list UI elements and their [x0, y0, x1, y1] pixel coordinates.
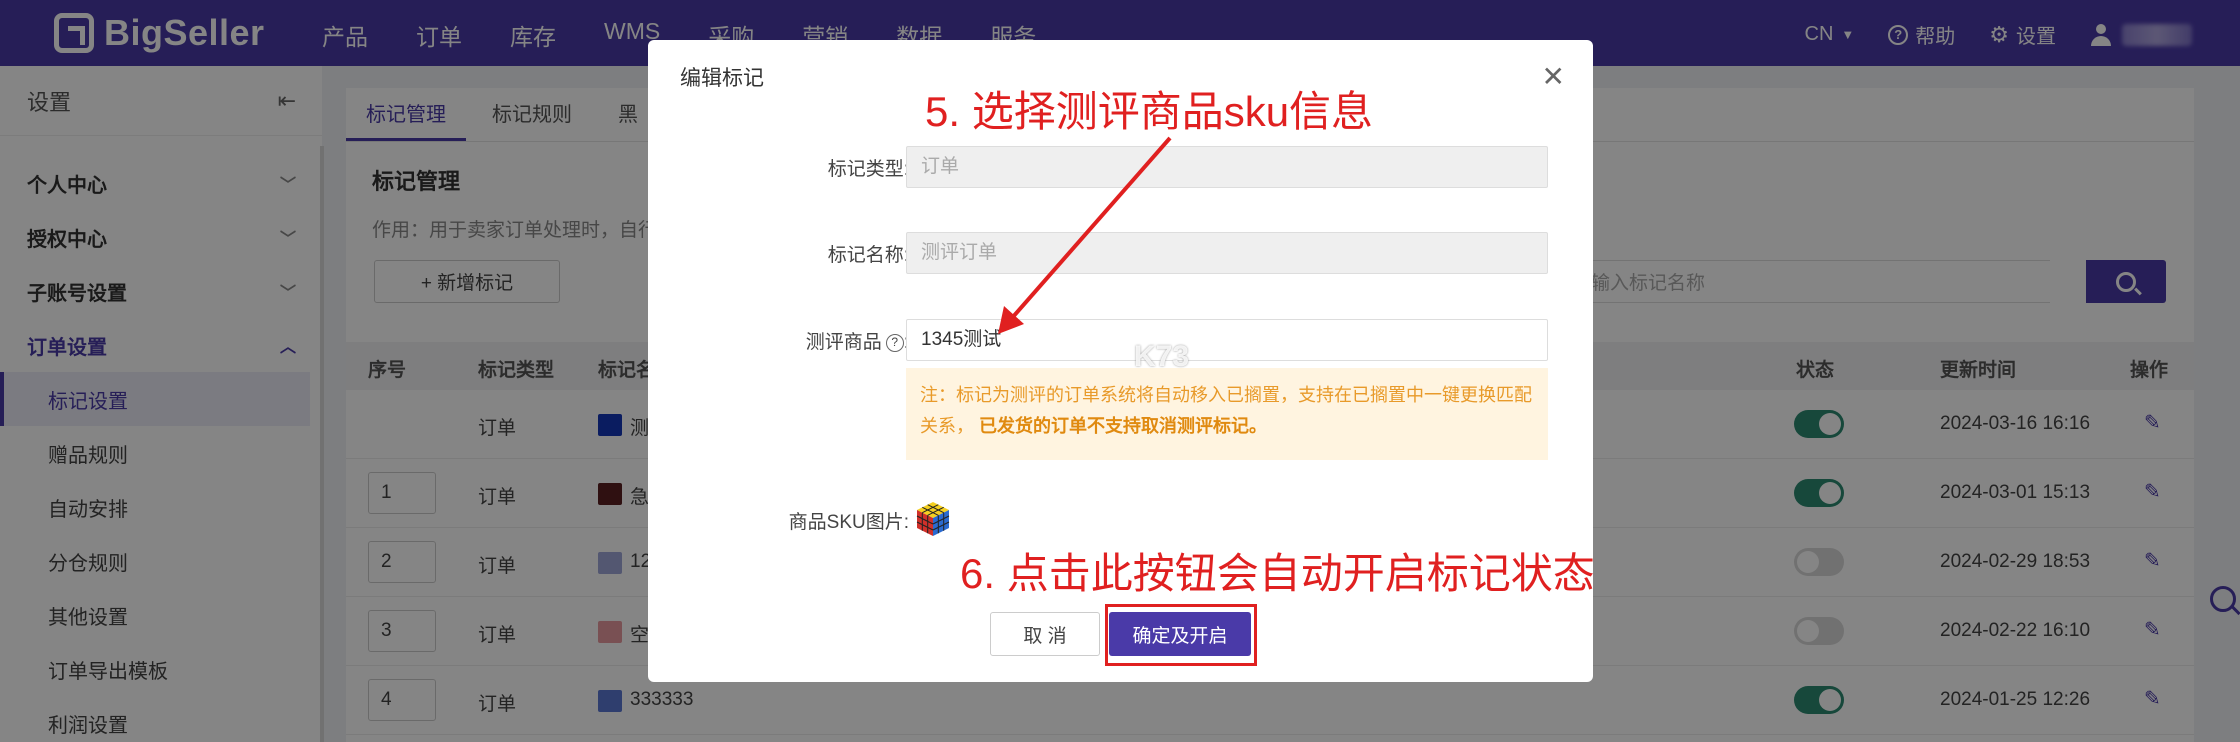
annotation-arrow — [998, 136, 1172, 334]
watermark-logo: K73 — [1134, 340, 1190, 373]
